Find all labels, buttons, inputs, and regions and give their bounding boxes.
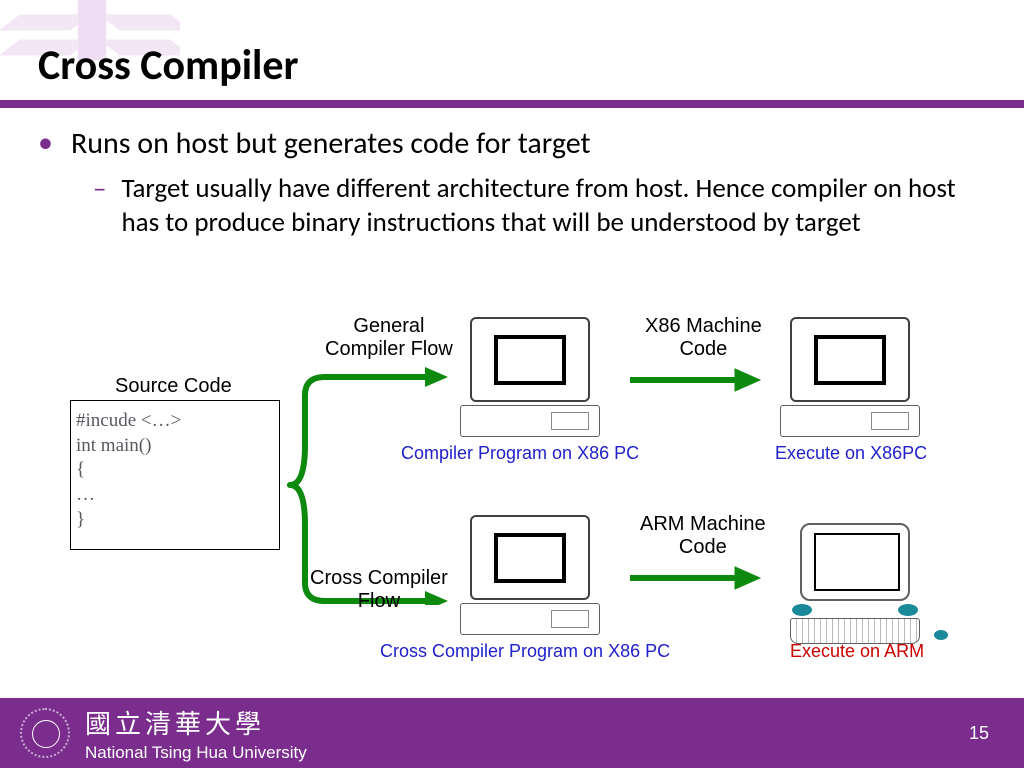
code-line-4: …	[76, 483, 274, 508]
bullet-disc-mark: •	[38, 125, 53, 161]
university-name-english: National Tsing Hua University	[85, 743, 307, 763]
code-line-2: int main()	[76, 434, 274, 459]
slide-title: Cross Compiler	[38, 40, 298, 91]
code-line-1: #incude <…>	[76, 409, 274, 434]
execute-arm-device	[790, 523, 920, 644]
footer-text-block: 國立清華大學 National Tsing Hua University	[85, 704, 307, 763]
code-line-5: }	[76, 508, 274, 533]
x86-machine-code-label: X86 Machine Code	[645, 315, 762, 361]
page-number: 15	[969, 723, 989, 744]
source-code-label: Source Code	[115, 375, 232, 398]
cross-compiler-flow-label: Cross Compiler Flow	[310, 567, 448, 613]
footer-bar: 國立清華大學 National Tsing Hua University 15	[0, 698, 1024, 768]
bullet-main-text: Runs on host but generates code for targ…	[71, 125, 591, 162]
x86-code-arrow	[625, 365, 765, 395]
bullet-dash-mark: –	[93, 172, 106, 206]
compiler-program-x86-caption: Compiler Program on X86 PC	[401, 443, 639, 464]
execute-x86-caption: Execute on X86PC	[775, 443, 927, 464]
university-name-chinese: 國立清華大學	[85, 704, 307, 741]
source-code-box: #incude <…> int main() { … }	[70, 400, 280, 550]
cross-compiler-pc-x86	[470, 515, 590, 635]
diagram-area: Source Code #incude <…> int main() { … }…	[0, 305, 1024, 685]
execute-pc-x86	[790, 317, 910, 437]
execute-arm-caption: Execute on ARM	[790, 641, 924, 662]
bullet-sub: – Target usually have different architec…	[93, 172, 988, 240]
arm-code-arrow	[625, 563, 765, 593]
cross-compiler-program-caption: Cross Compiler Program on X86 PC	[380, 641, 670, 662]
bullet-sub-text: Target usually have different architectu…	[121, 172, 988, 240]
general-compiler-flow-label: General Compiler Flow	[325, 315, 453, 361]
arm-machine-code-label: ARM Machine Code	[640, 513, 766, 559]
title-underline	[0, 100, 1024, 108]
compiler-pc-x86	[470, 317, 590, 437]
content-area: • Runs on host but generates code for ta…	[38, 125, 988, 240]
university-seal-icon	[20, 708, 70, 758]
code-line-3: {	[76, 458, 274, 483]
bullet-main: • Runs on host but generates code for ta…	[38, 125, 988, 162]
